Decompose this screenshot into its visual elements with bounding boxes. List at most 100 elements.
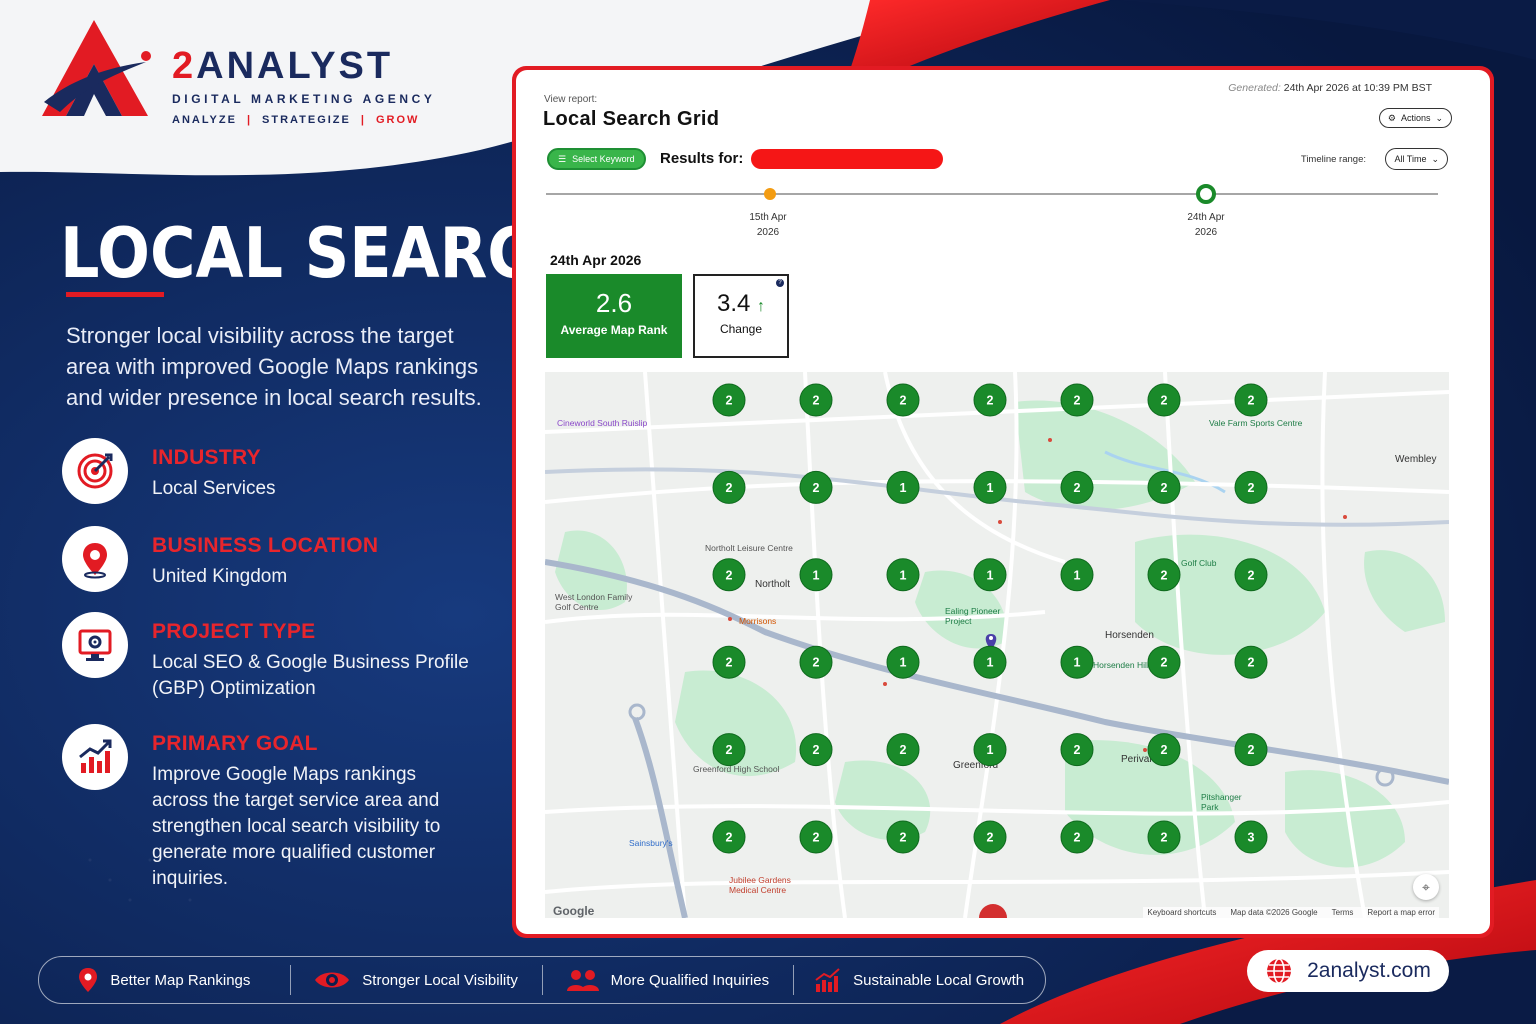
rank-marker[interactable]: 2 bbox=[799, 383, 833, 417]
recenter-icon[interactable]: ⌖ bbox=[1413, 874, 1439, 900]
rank-marker[interactable]: 1 bbox=[886, 558, 920, 592]
average-map-rank-value: 2.6 bbox=[595, 288, 633, 318]
rank-marker[interactable]: 2 bbox=[712, 820, 746, 854]
info-icon[interactable]: ? bbox=[776, 279, 784, 287]
rank-marker-value: 2 bbox=[900, 831, 907, 845]
info-body: Local SEO & Google Business Profile (GBP… bbox=[152, 652, 469, 699]
date-heading: 24th Apr 2026 bbox=[550, 252, 642, 268]
rank-marker-value: 2 bbox=[1248, 656, 1255, 670]
rank-marker[interactable]: 2 bbox=[1234, 470, 1268, 504]
info-body: Improve Google Maps rankings across the … bbox=[152, 764, 441, 889]
growth-chart-icon bbox=[62, 724, 128, 790]
rank-marker[interactable]: 1 bbox=[1060, 645, 1094, 679]
chevron-down-icon: ⌄ bbox=[1431, 153, 1439, 164]
timeline-range-select[interactable]: All Time ⌄ bbox=[1385, 148, 1448, 170]
rank-marker[interactable]: 1 bbox=[973, 733, 1007, 767]
keyboard-shortcuts-link[interactable]: Keyboard shortcuts bbox=[1147, 908, 1216, 917]
rank-marker[interactable]: 1 bbox=[973, 558, 1007, 592]
rank-marker[interactable]: 3 bbox=[1234, 820, 1268, 854]
rank-marker-value: 1 bbox=[1074, 568, 1081, 582]
rank-marker[interactable]: 2 bbox=[1147, 383, 1181, 417]
rank-marker[interactable]: 2 bbox=[886, 383, 920, 417]
rank-marker[interactable]: 2 bbox=[1234, 558, 1268, 592]
rank-marker[interactable]: 2 bbox=[1147, 470, 1181, 504]
rank-marker[interactable]: 2 bbox=[799, 733, 833, 767]
rank-marker-value: 2 bbox=[1074, 481, 1081, 495]
rank-marker[interactable]: 2 bbox=[712, 383, 746, 417]
rank-marker-value: 1 bbox=[813, 568, 820, 582]
rank-marker-value: 1 bbox=[987, 743, 994, 757]
report-panel: View report: Local Search Grid Generated… bbox=[516, 70, 1490, 934]
rank-marker[interactable]: 1 bbox=[973, 470, 1007, 504]
rank-marker[interactable]: 1 bbox=[973, 645, 1007, 679]
rank-marker-value: 2 bbox=[1161, 568, 1168, 582]
rank-marker-value: 2 bbox=[987, 831, 994, 845]
rank-marker[interactable]: 2 bbox=[1060, 470, 1094, 504]
target-icon bbox=[62, 438, 128, 504]
rank-marker[interactable]: 2 bbox=[799, 820, 833, 854]
timeline-point-15-apr[interactable] bbox=[764, 188, 776, 200]
rank-marker[interactable]: 2 bbox=[1234, 645, 1268, 679]
rank-marker-value: 2 bbox=[813, 656, 820, 670]
rank-marker-value: 2 bbox=[813, 743, 820, 757]
pin-icon bbox=[79, 968, 98, 992]
title-underline bbox=[66, 292, 164, 297]
rank-marker-value: 1 bbox=[987, 481, 994, 495]
actions-button[interactable]: ⚙ Actions ⌄ bbox=[1378, 108, 1452, 128]
rank-marker-value: 1 bbox=[987, 656, 994, 670]
rank-marker[interactable]: 2 bbox=[1060, 733, 1094, 767]
info-primary-goal: PRIMARY GOAL Improve Google Maps ranking… bbox=[62, 724, 482, 894]
rank-marker[interactable]: 1 bbox=[886, 470, 920, 504]
rank-marker[interactable]: 2 bbox=[1060, 820, 1094, 854]
info-title: INDUSTRY bbox=[152, 446, 261, 469]
map-data-credit: Map data ©2026 Google bbox=[1230, 908, 1318, 917]
rank-marker[interactable]: 1 bbox=[1060, 558, 1094, 592]
rank-marker[interactable]: 2 bbox=[886, 733, 920, 767]
gear-icon: ⚙ bbox=[1387, 112, 1396, 123]
arrow-up-icon: ↑ bbox=[757, 298, 766, 315]
rank-marker[interactable]: 2 bbox=[886, 820, 920, 854]
people-icon bbox=[566, 970, 599, 991]
report-card: View report: Local Search Grid Generated… bbox=[512, 66, 1494, 938]
rank-marker-value: 2 bbox=[1248, 481, 1255, 495]
rank-marker[interactable]: 2 bbox=[799, 645, 833, 679]
rank-marker[interactable]: 1 bbox=[799, 558, 833, 592]
rank-marker[interactable]: 2 bbox=[1147, 558, 1181, 592]
redacted-keyword bbox=[751, 149, 943, 169]
rank-marker[interactable]: 2 bbox=[712, 470, 746, 504]
rank-marker[interactable]: 2 bbox=[973, 820, 1007, 854]
rank-marker[interactable]: 2 bbox=[973, 383, 1007, 417]
info-business-location: BUSINESS LOCATION United Kingdom bbox=[62, 526, 482, 596]
list-icon: ☰ bbox=[558, 153, 567, 164]
rank-marker-value: 2 bbox=[1074, 394, 1081, 408]
terms-link[interactable]: Terms bbox=[1332, 908, 1354, 917]
rank-marker[interactable]: 2 bbox=[712, 733, 746, 767]
rank-marker[interactable]: 1 bbox=[886, 645, 920, 679]
info-body: Local Services bbox=[152, 478, 276, 499]
rank-marker[interactable]: 2 bbox=[1234, 383, 1268, 417]
rank-marker[interactable]: 2 bbox=[1234, 733, 1268, 767]
select-keyword-button[interactable]: ☰ Select Keyword bbox=[547, 148, 646, 170]
rank-marker[interactable]: 2 bbox=[712, 558, 746, 592]
change-value: 3.4 ↑ bbox=[716, 290, 766, 317]
rank-marker-value: 2 bbox=[1074, 831, 1081, 845]
rank-marker[interactable]: 2 bbox=[712, 645, 746, 679]
rank-marker-value: 2 bbox=[1161, 743, 1168, 757]
timeline-point-24-apr[interactable] bbox=[1196, 184, 1216, 204]
website-link[interactable]: 2analyst.com bbox=[1247, 950, 1449, 992]
brand-name: 2ANALYST bbox=[172, 45, 394, 87]
timeline-label-15-apr: 15th Apr 2026 bbox=[749, 212, 787, 238]
rank-marker[interactable]: 2 bbox=[799, 470, 833, 504]
rank-marker-value: 2 bbox=[726, 743, 733, 757]
rank-marker[interactable]: 2 bbox=[1060, 383, 1094, 417]
change-label: Change bbox=[719, 322, 763, 336]
rank-marker[interactable]: 2 bbox=[1147, 820, 1181, 854]
rank-marker[interactable]: 2 bbox=[1147, 645, 1181, 679]
rank-grid-map[interactable]: Cineworld South Ruislip Vale Farm Sports… bbox=[545, 372, 1449, 918]
rank-marker-value: 2 bbox=[813, 831, 820, 845]
brand-logo: 2ANALYST DIGITAL MARKETING AGENCY ANALYZ… bbox=[36, 16, 466, 136]
report-map-error-link[interactable]: Report a map error bbox=[1367, 908, 1435, 917]
rank-marker[interactable]: 2 bbox=[1147, 733, 1181, 767]
info-title: PRIMARY GOAL bbox=[152, 732, 318, 755]
info-title: PROJECT TYPE bbox=[152, 620, 316, 643]
